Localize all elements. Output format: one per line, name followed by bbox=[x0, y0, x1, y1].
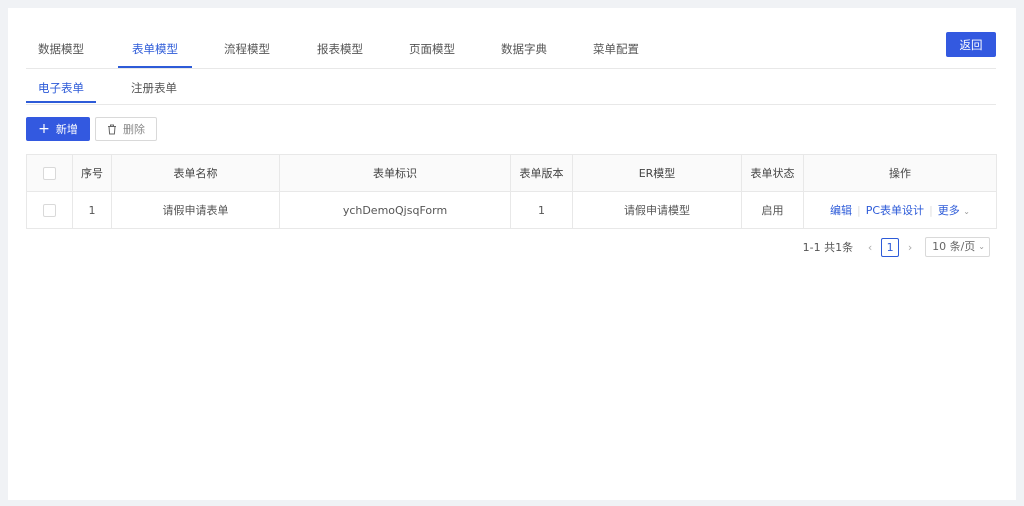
table-header-row: 序号 表单名称 表单标识 表单版本 ER模型 表单状态 操作 bbox=[26, 154, 997, 192]
pc-form-design-link[interactable]: PC表单设计 bbox=[866, 204, 924, 217]
subtab-registered-form[interactable]: 注册表单 bbox=[131, 80, 177, 103]
top-tab-bar: 数据模型 表单模型 流程模型 报表模型 页面模型 数据字典 菜单配置 bbox=[26, 30, 996, 69]
more-dropdown[interactable]: 更多 ⌄ bbox=[938, 204, 970, 217]
cell-form-code: ychDemoQjsqForm bbox=[279, 191, 511, 229]
add-button[interactable]: + 新增 bbox=[26, 117, 90, 141]
page-size-select[interactable]: 10 条/页 ⌄ bbox=[925, 237, 990, 257]
row-select-cell[interactable] bbox=[26, 191, 73, 229]
action-divider: | bbox=[929, 204, 933, 217]
back-button[interactable]: 返回 bbox=[946, 32, 996, 57]
sub-tab-bar: 电子表单 注册表单 bbox=[26, 74, 996, 105]
select-all-cell[interactable] bbox=[26, 154, 73, 192]
subtab-electronic-form[interactable]: 电子表单 bbox=[26, 80, 96, 103]
next-page-icon[interactable]: › bbox=[903, 241, 917, 254]
action-divider: | bbox=[857, 204, 861, 217]
form-table: 序号 表单名称 表单标识 表单版本 ER模型 表单状态 操作 1 请假申请表单 … bbox=[26, 154, 997, 229]
header-er-model: ER模型 bbox=[572, 154, 742, 192]
header-form-code: 表单标识 bbox=[279, 154, 511, 192]
tab-data-dictionary[interactable]: 数据字典 bbox=[501, 36, 547, 67]
cell-form-version: 1 bbox=[510, 191, 573, 229]
tab-report-model[interactable]: 报表模型 bbox=[317, 36, 363, 67]
chevron-down-icon: ⌄ bbox=[963, 207, 970, 216]
trash-icon bbox=[107, 124, 117, 135]
plus-icon: + bbox=[38, 121, 50, 137]
row-checkbox[interactable] bbox=[43, 203, 56, 217]
header-form-status: 表单状态 bbox=[741, 154, 804, 192]
header-form-version: 表单版本 bbox=[510, 154, 573, 192]
header-index: 序号 bbox=[72, 154, 112, 192]
select-all-checkbox[interactable] bbox=[43, 166, 56, 180]
delete-button-label: 删除 bbox=[123, 123, 145, 136]
tab-form-model[interactable]: 表单模型 bbox=[118, 36, 192, 68]
cell-er-model: 请假申请模型 bbox=[572, 191, 742, 229]
cell-form-status: 启用 bbox=[741, 191, 804, 229]
chevron-down-icon: ⌄ bbox=[978, 242, 985, 251]
delete-button[interactable]: 删除 bbox=[95, 117, 157, 141]
cell-actions: 编辑 | PC表单设计 | 更多 ⌄ bbox=[803, 191, 997, 229]
add-button-label: 新增 bbox=[55, 123, 78, 136]
main-panel: 数据模型 表单模型 流程模型 报表模型 页面模型 数据字典 菜单配置 返回 电子… bbox=[8, 8, 1016, 500]
header-form-name: 表单名称 bbox=[111, 154, 280, 192]
tab-menu-config[interactable]: 菜单配置 bbox=[593, 36, 639, 67]
prev-page-icon[interactable]: ‹ bbox=[863, 241, 877, 254]
pagination-total: 1-1 共1条 bbox=[802, 241, 854, 254]
cell-index: 1 bbox=[72, 191, 112, 229]
page-number-button[interactable]: 1 bbox=[881, 237, 900, 257]
edit-link[interactable]: 编辑 bbox=[830, 204, 852, 217]
cell-form-name: 请假申请表单 bbox=[111, 191, 280, 229]
page-size-label: 10 条/页 bbox=[932, 240, 976, 253]
tab-page-model[interactable]: 页面模型 bbox=[409, 36, 455, 67]
tab-process-model[interactable]: 流程模型 bbox=[224, 36, 270, 67]
pagination: 1-1 共1条 ‹ 1 › 10 条/页 ⌄ bbox=[803, 237, 990, 257]
more-label: 更多 bbox=[937, 204, 960, 217]
table-row: 1 请假申请表单 ychDemoQjsqForm 1 请假申请模型 启用 编辑 |… bbox=[26, 191, 997, 229]
tab-data-model[interactable]: 数据模型 bbox=[38, 36, 84, 67]
header-actions: 操作 bbox=[803, 154, 997, 192]
